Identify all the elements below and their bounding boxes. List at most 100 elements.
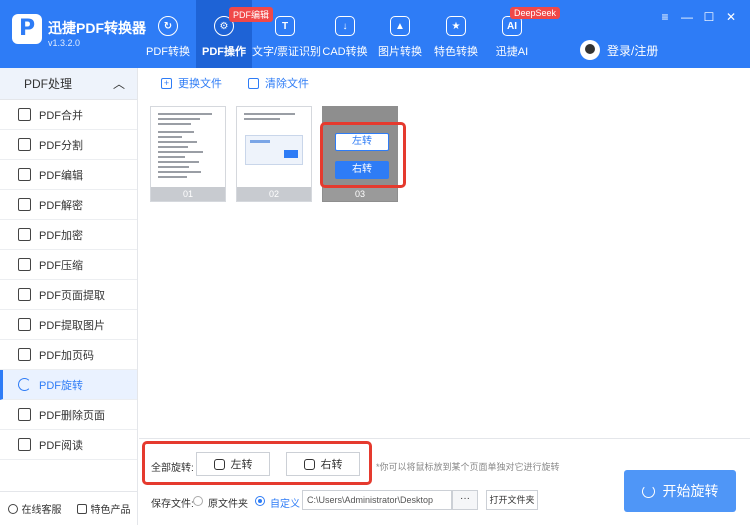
sidebar-item[interactable]: PDF阅读 <box>0 430 137 460</box>
sidebar-item[interactable]: PDF页面提取 <box>0 280 137 310</box>
nav-pdf-operate[interactable]: PDF编辑 ⚙ PDF操作 <box>196 0 274 68</box>
sidebar-item[interactable]: PDF压缩 <box>0 250 137 280</box>
online-service-button[interactable]: 在线客服 <box>7 501 62 516</box>
page-rotate-right-button[interactable]: 右转 <box>335 161 389 179</box>
sidebar-item[interactable]: PDF加密 <box>0 220 137 250</box>
maximize-icon[interactable]: ☐ <box>698 8 720 26</box>
sidebar-item[interactable]: PDF旋转 <box>0 370 137 400</box>
page-thumbnails: 01 02 左转 右转 03 <box>150 106 408 202</box>
headset-icon <box>7 503 18 514</box>
rotate-icon <box>641 484 655 498</box>
tool-icon <box>18 108 31 121</box>
main-nav: ↻ PDF转换 PDF编辑 ⚙ PDF操作 T 文字/票证识别 ↓ CAD转换 … <box>140 0 561 68</box>
chevron-up-icon: ︿ <box>112 77 125 91</box>
sidebar-item[interactable]: PDF解密 <box>0 190 137 220</box>
save-path-input[interactable] <box>302 490 452 510</box>
app-logo: P <box>12 14 42 44</box>
page-thumbnail-2[interactable]: 02 <box>236 106 312 202</box>
nav-feature-convert[interactable]: ★ 特色转换 <box>428 0 484 68</box>
sidebar-item[interactable]: PDF加页码 <box>0 340 137 370</box>
sidebar-item[interactable]: PDF分割 <box>0 130 137 160</box>
sidebar-footer: 在线客服 特色产品 <box>0 491 138 525</box>
nav-cad-convert[interactable]: ↓ CAD转换 <box>318 0 372 68</box>
sidebar-item[interactable]: PDF合并 <box>0 100 137 130</box>
rotate-right-icon <box>303 458 315 470</box>
rotate-right-label: 右转 <box>320 459 343 471</box>
nav-label: PDF操作 <box>202 46 246 58</box>
sidebar-item[interactable]: PDF删除页面 <box>0 400 137 430</box>
browse-button[interactable]: ··· <box>452 490 478 510</box>
sidebar-item-label: PDF阅读 <box>39 439 83 452</box>
minimize-icon[interactable]: — <box>676 8 698 26</box>
tool-icon <box>18 258 31 271</box>
tool-icon <box>18 318 31 331</box>
nav-pdf-convert[interactable]: ↻ PDF转换 <box>140 0 196 68</box>
login-button[interactable]: 登录/注册 <box>580 40 658 60</box>
tool-icon <box>18 168 31 181</box>
rotate-hint: *你可以将鼠标放到某个页面单独对它进行旋转 <box>376 462 560 472</box>
page-thumbnail-1[interactable]: 01 <box>150 106 226 202</box>
nav-label: CAD转换 <box>322 46 368 58</box>
page-preview <box>237 107 311 187</box>
page-rotate-left-button[interactable]: 左转 <box>335 133 389 151</box>
clear-file-button[interactable]: 清除文件 <box>248 75 309 91</box>
deepseek-badge: DeepSeek <box>510 7 561 19</box>
sidebar-item-label: PDF提取图片 <box>39 319 105 332</box>
sidebar-header[interactable]: PDF处理 ︿ <box>0 68 137 100</box>
nav-ocr[interactable]: T 文字/票证识别 <box>252 0 322 68</box>
replace-file-button[interactable]: + 更换文件 <box>161 75 222 91</box>
rotate-left-label: 左转 <box>230 459 253 471</box>
sidebar-item[interactable]: PDF编辑 <box>0 160 137 190</box>
menu-icon[interactable]: ≡ <box>654 8 676 26</box>
screenshot-image <box>245 135 303 165</box>
original-folder-label: 原文件夹 <box>208 499 248 510</box>
tool-icon <box>18 438 31 451</box>
sidebar-title: PDF处理 <box>24 77 73 91</box>
nav-image-convert[interactable]: ▲ 图片转换 <box>372 0 428 68</box>
sidebar-item-label: PDF页面提取 <box>39 289 105 302</box>
close-icon[interactable]: ✕ <box>720 8 742 26</box>
nav-label: 文字/票证识别 <box>252 46 322 58</box>
page-number: 01 <box>151 187 225 201</box>
custom-folder-radio[interactable] <box>255 496 265 506</box>
add-file-icon: + <box>161 77 172 89</box>
gift-icon <box>76 503 87 514</box>
tool-icon <box>18 198 31 211</box>
image-icon: ▲ <box>390 16 410 36</box>
sidebar-item[interactable]: PDF提取图片 <box>0 310 137 340</box>
tool-icon <box>18 408 31 421</box>
sidebar-item-label: PDF解密 <box>39 199 83 212</box>
all-rotate-label: 全部旋转: <box>151 463 194 474</box>
online-service-label: 在线客服 <box>21 505 62 516</box>
cad-icon: ↓ <box>335 16 355 36</box>
avatar <box>580 40 600 60</box>
sidebar-item-label: PDF旋转 <box>39 379 83 392</box>
page-preview <box>151 107 225 187</box>
sidebar-item-label: PDF合并 <box>39 109 83 122</box>
clear-file-label: 清除文件 <box>265 78 309 90</box>
tool-icon <box>18 378 31 391</box>
sidebar-item-label: PDF加页码 <box>39 349 94 362</box>
nav-label: PDF转换 <box>146 46 190 58</box>
sidebar-item-label: PDF分割 <box>39 139 83 152</box>
tool-icon <box>18 348 31 361</box>
nav-label: 图片转换 <box>378 46 422 58</box>
page-number: 02 <box>237 187 311 201</box>
top-bar: P 迅捷PDF转换器 v1.3.2.0 ↻ PDF转换 PDF编辑 ⚙ PDF操… <box>0 0 750 68</box>
app-title: 迅捷PDF转换器 <box>48 20 146 36</box>
featured-products-button[interactable]: 特色产品 <box>76 501 131 516</box>
refresh-icon: ↻ <box>158 16 178 36</box>
scan-icon: T <box>275 16 295 36</box>
start-rotate-button[interactable]: 开始旋转 <box>624 470 736 512</box>
open-folder-button[interactable]: 打开文件夹 <box>486 490 538 510</box>
star-icon: ★ <box>446 16 466 36</box>
window-controls: ≡ — ☐ ✕ <box>654 8 742 26</box>
page-thumbnail-3[interactable]: 左转 右转 03 <box>322 106 398 202</box>
rotate-all-left-button[interactable]: 左转 <box>196 452 270 476</box>
original-folder-radio[interactable] <box>193 496 203 506</box>
rotate-all-right-button[interactable]: 右转 <box>286 452 360 476</box>
tool-icon <box>18 228 31 241</box>
sidebar-item-label: PDF加密 <box>39 229 83 242</box>
nav-ai[interactable]: DeepSeek AI 迅捷AI <box>484 0 561 68</box>
ai-icon: AI <box>502 16 522 36</box>
